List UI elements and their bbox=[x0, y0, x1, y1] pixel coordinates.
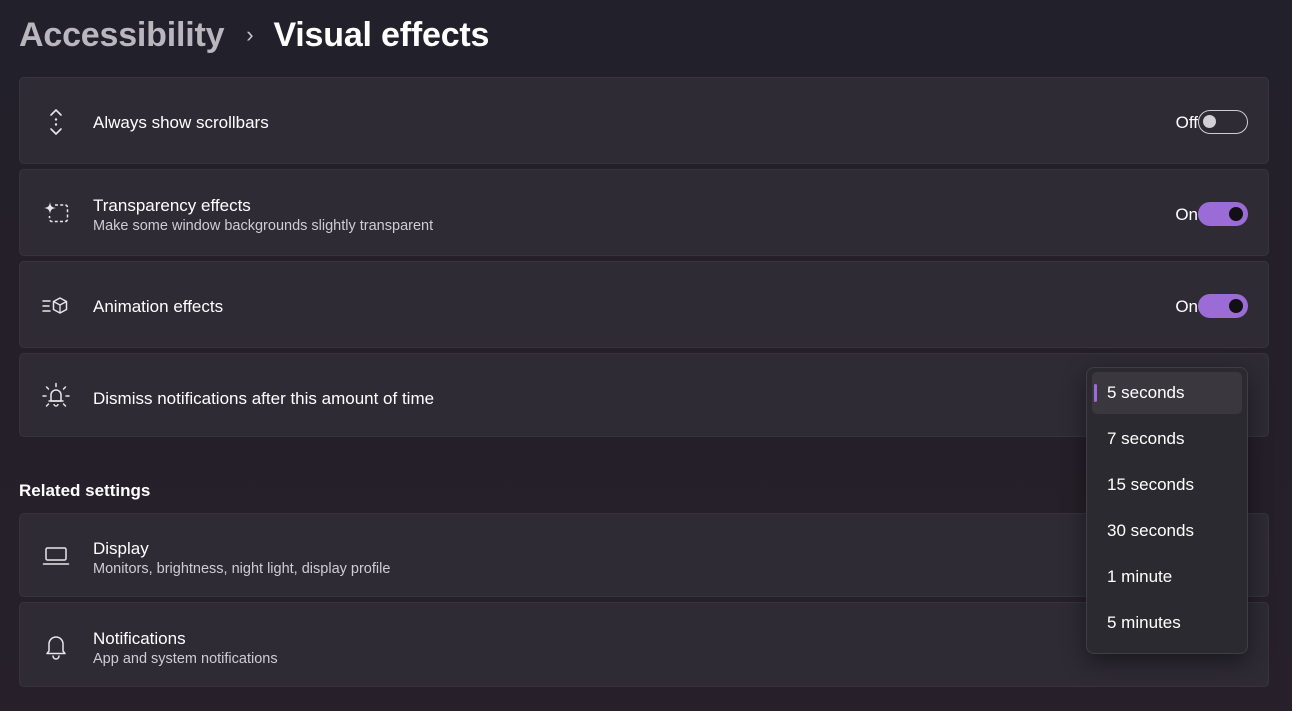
bell-icon bbox=[40, 630, 72, 662]
dropdown-option[interactable]: 7 seconds bbox=[1092, 418, 1242, 460]
dropdown-option[interactable]: 30 seconds bbox=[1092, 510, 1242, 552]
related-item-display[interactable]: Display Monitors, brightness, night ligh… bbox=[19, 513, 1269, 597]
setting-title: Always show scrollbars bbox=[93, 113, 269, 132]
dropdown-option[interactable]: 5 seconds bbox=[1092, 372, 1242, 414]
option-label: 7 seconds bbox=[1107, 429, 1185, 448]
setting-transparency-effects: Transparency effects Make some window ba… bbox=[19, 169, 1269, 256]
option-label: 1 minute bbox=[1107, 567, 1173, 586]
breadcrumb-parent[interactable]: Accessibility bbox=[19, 16, 224, 55]
setting-title: Transparency effects bbox=[93, 196, 251, 215]
animation-toggle[interactable] bbox=[1198, 294, 1248, 318]
transparency-toggle[interactable] bbox=[1198, 202, 1248, 226]
scrollbars-toggle[interactable] bbox=[1198, 110, 1248, 134]
related-title: Display bbox=[93, 539, 149, 558]
page-title: Visual effects bbox=[273, 15, 490, 54]
dropdown-option[interactable]: 5 minutes bbox=[1092, 602, 1242, 644]
option-label: 5 minutes bbox=[1107, 613, 1181, 632]
toggle-knob bbox=[1203, 115, 1216, 128]
toggle-knob bbox=[1229, 207, 1243, 221]
related-settings-heading: Related settings bbox=[19, 481, 151, 500]
chevron-right-icon: › bbox=[246, 22, 254, 47]
setting-animation-effects: Animation effects On bbox=[19, 261, 1269, 348]
notification-timeout-dropdown[interactable]: 5 seconds 7 seconds 15 seconds 30 second… bbox=[1086, 367, 1248, 654]
setting-title: Animation effects bbox=[93, 297, 224, 316]
scrollbar-icon bbox=[40, 106, 72, 138]
toggle-state-label: On bbox=[1175, 297, 1198, 316]
notification-timeout-icon bbox=[40, 380, 72, 412]
transparency-icon bbox=[40, 197, 72, 229]
related-title: Notifications bbox=[93, 629, 186, 648]
related-subtitle: App and system notifications bbox=[93, 651, 278, 667]
setting-dismiss-notifications: Dismiss notifications after this amount … bbox=[19, 353, 1269, 437]
toggle-state-label: Off bbox=[1175, 113, 1198, 132]
setting-always-show-scrollbars: Always show scrollbars Off bbox=[19, 77, 1269, 164]
setting-title: Dismiss notifications after this amount … bbox=[93, 389, 435, 408]
toggle-state-label: On bbox=[1175, 205, 1198, 224]
related-subtitle: Monitors, brightness, night light, displ… bbox=[93, 561, 391, 577]
related-item-notifications[interactable]: Notifications App and system notificatio… bbox=[19, 602, 1269, 687]
laptop-icon bbox=[40, 540, 72, 572]
selection-indicator bbox=[1094, 384, 1097, 402]
option-label: 30 seconds bbox=[1107, 521, 1194, 540]
dropdown-option[interactable]: 1 minute bbox=[1092, 556, 1242, 598]
option-label: 5 seconds bbox=[1107, 383, 1185, 402]
option-label: 15 seconds bbox=[1107, 475, 1194, 494]
dropdown-option[interactable]: 15 seconds bbox=[1092, 464, 1242, 506]
setting-subtitle: Make some window backgrounds slightly tr… bbox=[93, 218, 434, 234]
toggle-knob bbox=[1229, 299, 1243, 313]
breadcrumb: Accessibility › Visual effects bbox=[19, 12, 489, 58]
animation-icon bbox=[40, 290, 72, 322]
